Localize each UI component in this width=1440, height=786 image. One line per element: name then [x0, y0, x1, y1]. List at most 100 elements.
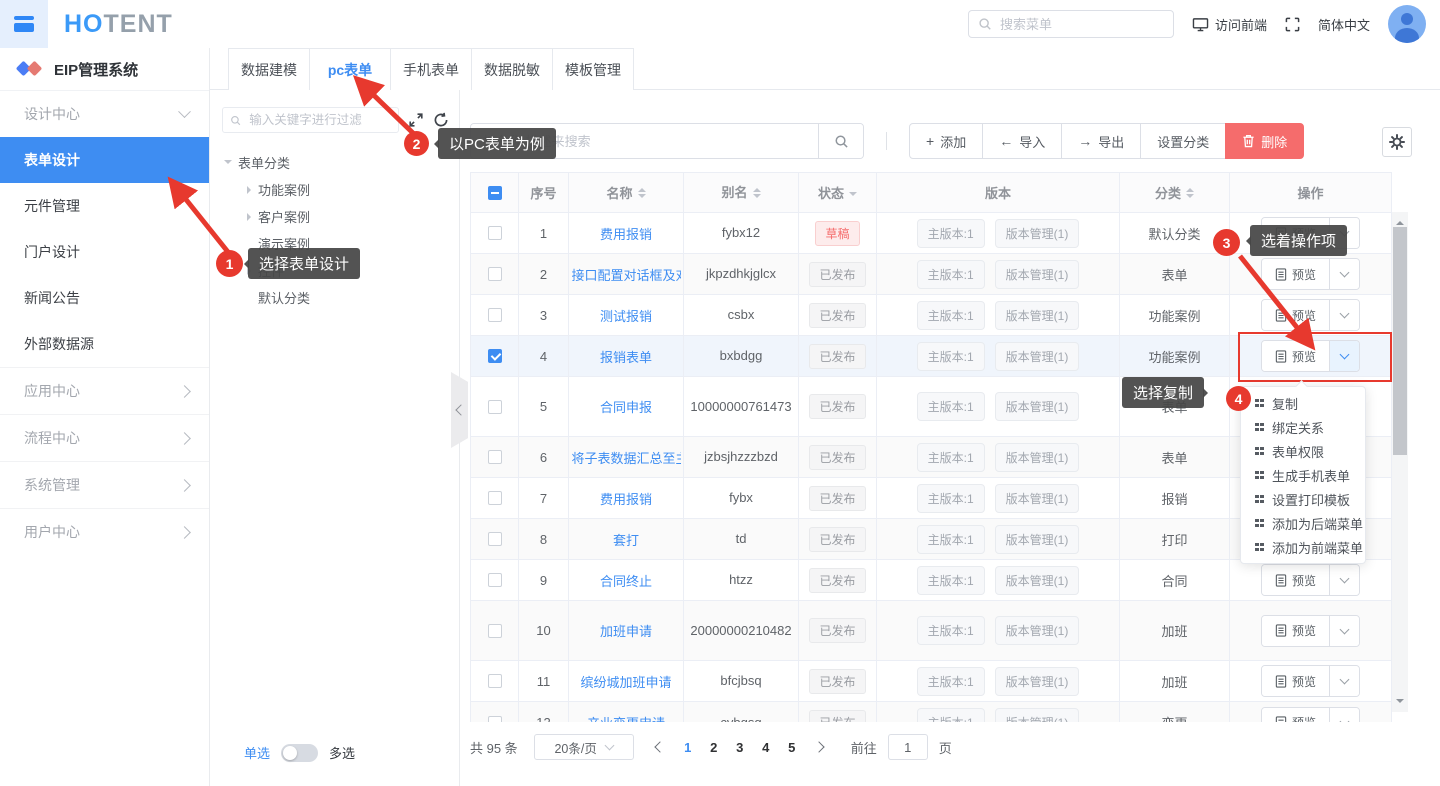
scrollbar-thumb[interactable] — [1393, 227, 1407, 455]
row-checkbox[interactable] — [488, 491, 502, 505]
main-version-button[interactable]: 主版本:1 — [917, 708, 985, 722]
preview-button[interactable]: 预览 — [1262, 666, 1329, 696]
dropdown-menu-item[interactable]: 添加为后端菜单 — [1241, 511, 1365, 535]
preview-dropdown-toggle[interactable] — [1329, 565, 1359, 595]
version-manage-button[interactable]: 版本管理(1) — [995, 219, 1080, 248]
preview-dropdown-toggle[interactable] — [1329, 708, 1359, 723]
version-manage-button[interactable]: 版本管理(1) — [995, 708, 1080, 722]
main-version-button[interactable]: 主版本:1 — [917, 616, 985, 645]
sidebar-item[interactable]: 门户设计 — [0, 229, 209, 275]
next-page-button[interactable] — [812, 738, 830, 756]
row-checkbox[interactable] — [488, 400, 502, 414]
filter-caret-icon[interactable] — [849, 192, 857, 200]
table-row[interactable]: 2 接口配置对话框及对 jkpzdhkjglcx 已发布 主版本:1 版本管理(… — [471, 254, 1391, 295]
preview-dropdown-toggle[interactable] — [1329, 259, 1359, 289]
tab-template-manage[interactable]: 模板管理 — [552, 48, 634, 90]
user-avatar[interactable] — [1388, 5, 1426, 43]
select-all-checkbox[interactable] — [488, 186, 502, 200]
preview-button[interactable]: 预览 — [1262, 300, 1329, 330]
main-version-button[interactable]: 主版本:1 — [917, 484, 985, 513]
form-name-link[interactable]: 接口配置对话框及对 — [572, 265, 681, 284]
prev-page-button[interactable] — [650, 738, 668, 756]
sidebar-item[interactable]: 流程中心 — [0, 415, 209, 461]
scroll-down-arrow-icon[interactable] — [1396, 699, 1404, 707]
version-manage-button[interactable]: 版本管理(1) — [995, 342, 1080, 371]
column-header-status[interactable]: 状态 — [799, 173, 877, 213]
dropdown-menu-item[interactable]: 设置打印模板 — [1241, 487, 1365, 511]
version-manage-button[interactable]: 版本管理(1) — [995, 443, 1080, 472]
form-name-link[interactable]: 将子表数据汇总至主 — [572, 448, 681, 467]
tree-node[interactable]: 表单分类 — [210, 149, 459, 176]
goto-page-input[interactable] — [888, 734, 928, 760]
preview-button[interactable]: 预览 — [1262, 259, 1329, 289]
tree-node[interactable]: 演示案例 — [210, 230, 459, 257]
dropdown-menu-item[interactable]: 添加为前端菜单 — [1241, 535, 1365, 559]
page-number[interactable]: 2 — [703, 740, 725, 755]
preview-button[interactable]: 预览 — [1262, 565, 1329, 595]
tree-node[interactable]: 控件 — [210, 257, 459, 284]
row-checkbox[interactable] — [488, 573, 502, 587]
list-search-box[interactable] — [470, 123, 864, 159]
table-row[interactable]: 3 测试报销 csbx 已发布 主版本:1 版本管理(1) 功能案例 预览 — [471, 295, 1391, 336]
tree-caret-icon[interactable] — [244, 267, 258, 275]
fullscreen-icon[interactable] — [1285, 17, 1300, 32]
scroll-up-arrow-icon[interactable] — [1396, 217, 1404, 225]
row-checkbox[interactable] — [488, 308, 502, 322]
preview-dropdown-toggle[interactable] — [1329, 300, 1359, 330]
column-header-category[interactable]: 分类 — [1120, 173, 1230, 213]
page-number[interactable]: 4 — [755, 740, 777, 755]
main-version-button[interactable]: 主版本:1 — [917, 667, 985, 696]
row-checkbox[interactable] — [488, 624, 502, 638]
version-manage-button[interactable]: 版本管理(1) — [995, 616, 1080, 645]
sidebar-item[interactable]: 表单设计 — [0, 137, 209, 183]
form-name-link[interactable]: 合同终止 — [600, 571, 652, 590]
row-checkbox[interactable] — [488, 674, 502, 688]
column-header-name[interactable]: 名称 — [569, 173, 684, 213]
menu-search-box[interactable] — [968, 10, 1174, 38]
version-manage-button[interactable]: 版本管理(1) — [995, 260, 1080, 289]
dropdown-menu-item[interactable]: 表单权限 — [1241, 439, 1365, 463]
row-checkbox[interactable] — [488, 532, 502, 546]
main-version-button[interactable]: 主版本:1 — [917, 301, 985, 330]
sidebar-item[interactable]: 新闻公告 — [0, 275, 209, 321]
main-version-button[interactable]: 主版本:1 — [917, 525, 985, 554]
form-name-link[interactable]: 套打 — [613, 530, 639, 549]
search-submit-button[interactable] — [818, 124, 863, 158]
hamburger-menu-button[interactable] — [0, 0, 48, 48]
row-checkbox[interactable] — [488, 450, 502, 464]
tab-data-modeling[interactable]: 数据建模 — [228, 48, 310, 90]
tree-caret-icon[interactable] — [244, 186, 258, 194]
version-manage-button[interactable]: 版本管理(1) — [995, 525, 1080, 554]
table-row[interactable]: 9 合同终止 htzz 已发布 主版本:1 版本管理(1) 合同 预览 — [471, 560, 1391, 601]
preview-dropdown-toggle[interactable] — [1329, 341, 1359, 371]
form-name-link[interactable]: 加班申请 — [600, 621, 652, 640]
form-name-link[interactable]: 产业变更申请 — [587, 713, 665, 722]
list-search-input[interactable] — [471, 124, 818, 158]
toolbar-button[interactable]: → 导出 — [1061, 123, 1141, 159]
tab-pc-form[interactable]: pc表单 — [309, 48, 391, 90]
row-checkbox[interactable] — [488, 716, 502, 723]
toolbar-button[interactable]: ← 导入 — [982, 123, 1062, 159]
sidebar-item[interactable]: 设计中心 — [0, 91, 209, 137]
table-scrollbar[interactable] — [1392, 212, 1408, 712]
preview-dropdown-toggle[interactable] — [1329, 666, 1359, 696]
main-version-button[interactable]: 主版本:1 — [917, 392, 985, 421]
table-row[interactable]: 12 产业变更申请 cybgsq 已发布 主版本:1 版本管理(1) 变更 预览 — [471, 702, 1391, 722]
page-number[interactable]: 1 — [677, 740, 699, 755]
select-mode-toggle[interactable] — [281, 744, 318, 762]
page-number[interactable]: 3 — [729, 740, 751, 755]
main-version-button[interactable]: 主版本:1 — [917, 219, 985, 248]
tab-mobile-form[interactable]: 手机表单 — [390, 48, 472, 90]
toolbar-button[interactable]: 设置分类 — [1140, 123, 1226, 159]
version-manage-button[interactable]: 版本管理(1) — [995, 484, 1080, 513]
row-checkbox[interactable] — [488, 226, 502, 240]
table-row[interactable]: 1 费用报销 fybx12 草稿 主版本:1 版本管理(1) 默认分类 预览 — [471, 213, 1391, 254]
main-version-button[interactable]: 主版本:1 — [917, 342, 985, 371]
dropdown-menu-item[interactable]: 复制 — [1241, 391, 1365, 415]
form-name-link[interactable]: 缤纷城加班申请 — [580, 672, 671, 691]
sidebar-item[interactable]: 系统管理 — [0, 462, 209, 508]
table-row[interactable]: 4 报销表单 bxbdgg 已发布 主版本:1 版本管理(1) 功能案例 预览 — [471, 336, 1391, 377]
tree-node[interactable]: 默认分类 — [210, 284, 459, 311]
version-manage-button[interactable]: 版本管理(1) — [995, 392, 1080, 421]
preview-dropdown-toggle[interactable] — [1329, 616, 1359, 646]
